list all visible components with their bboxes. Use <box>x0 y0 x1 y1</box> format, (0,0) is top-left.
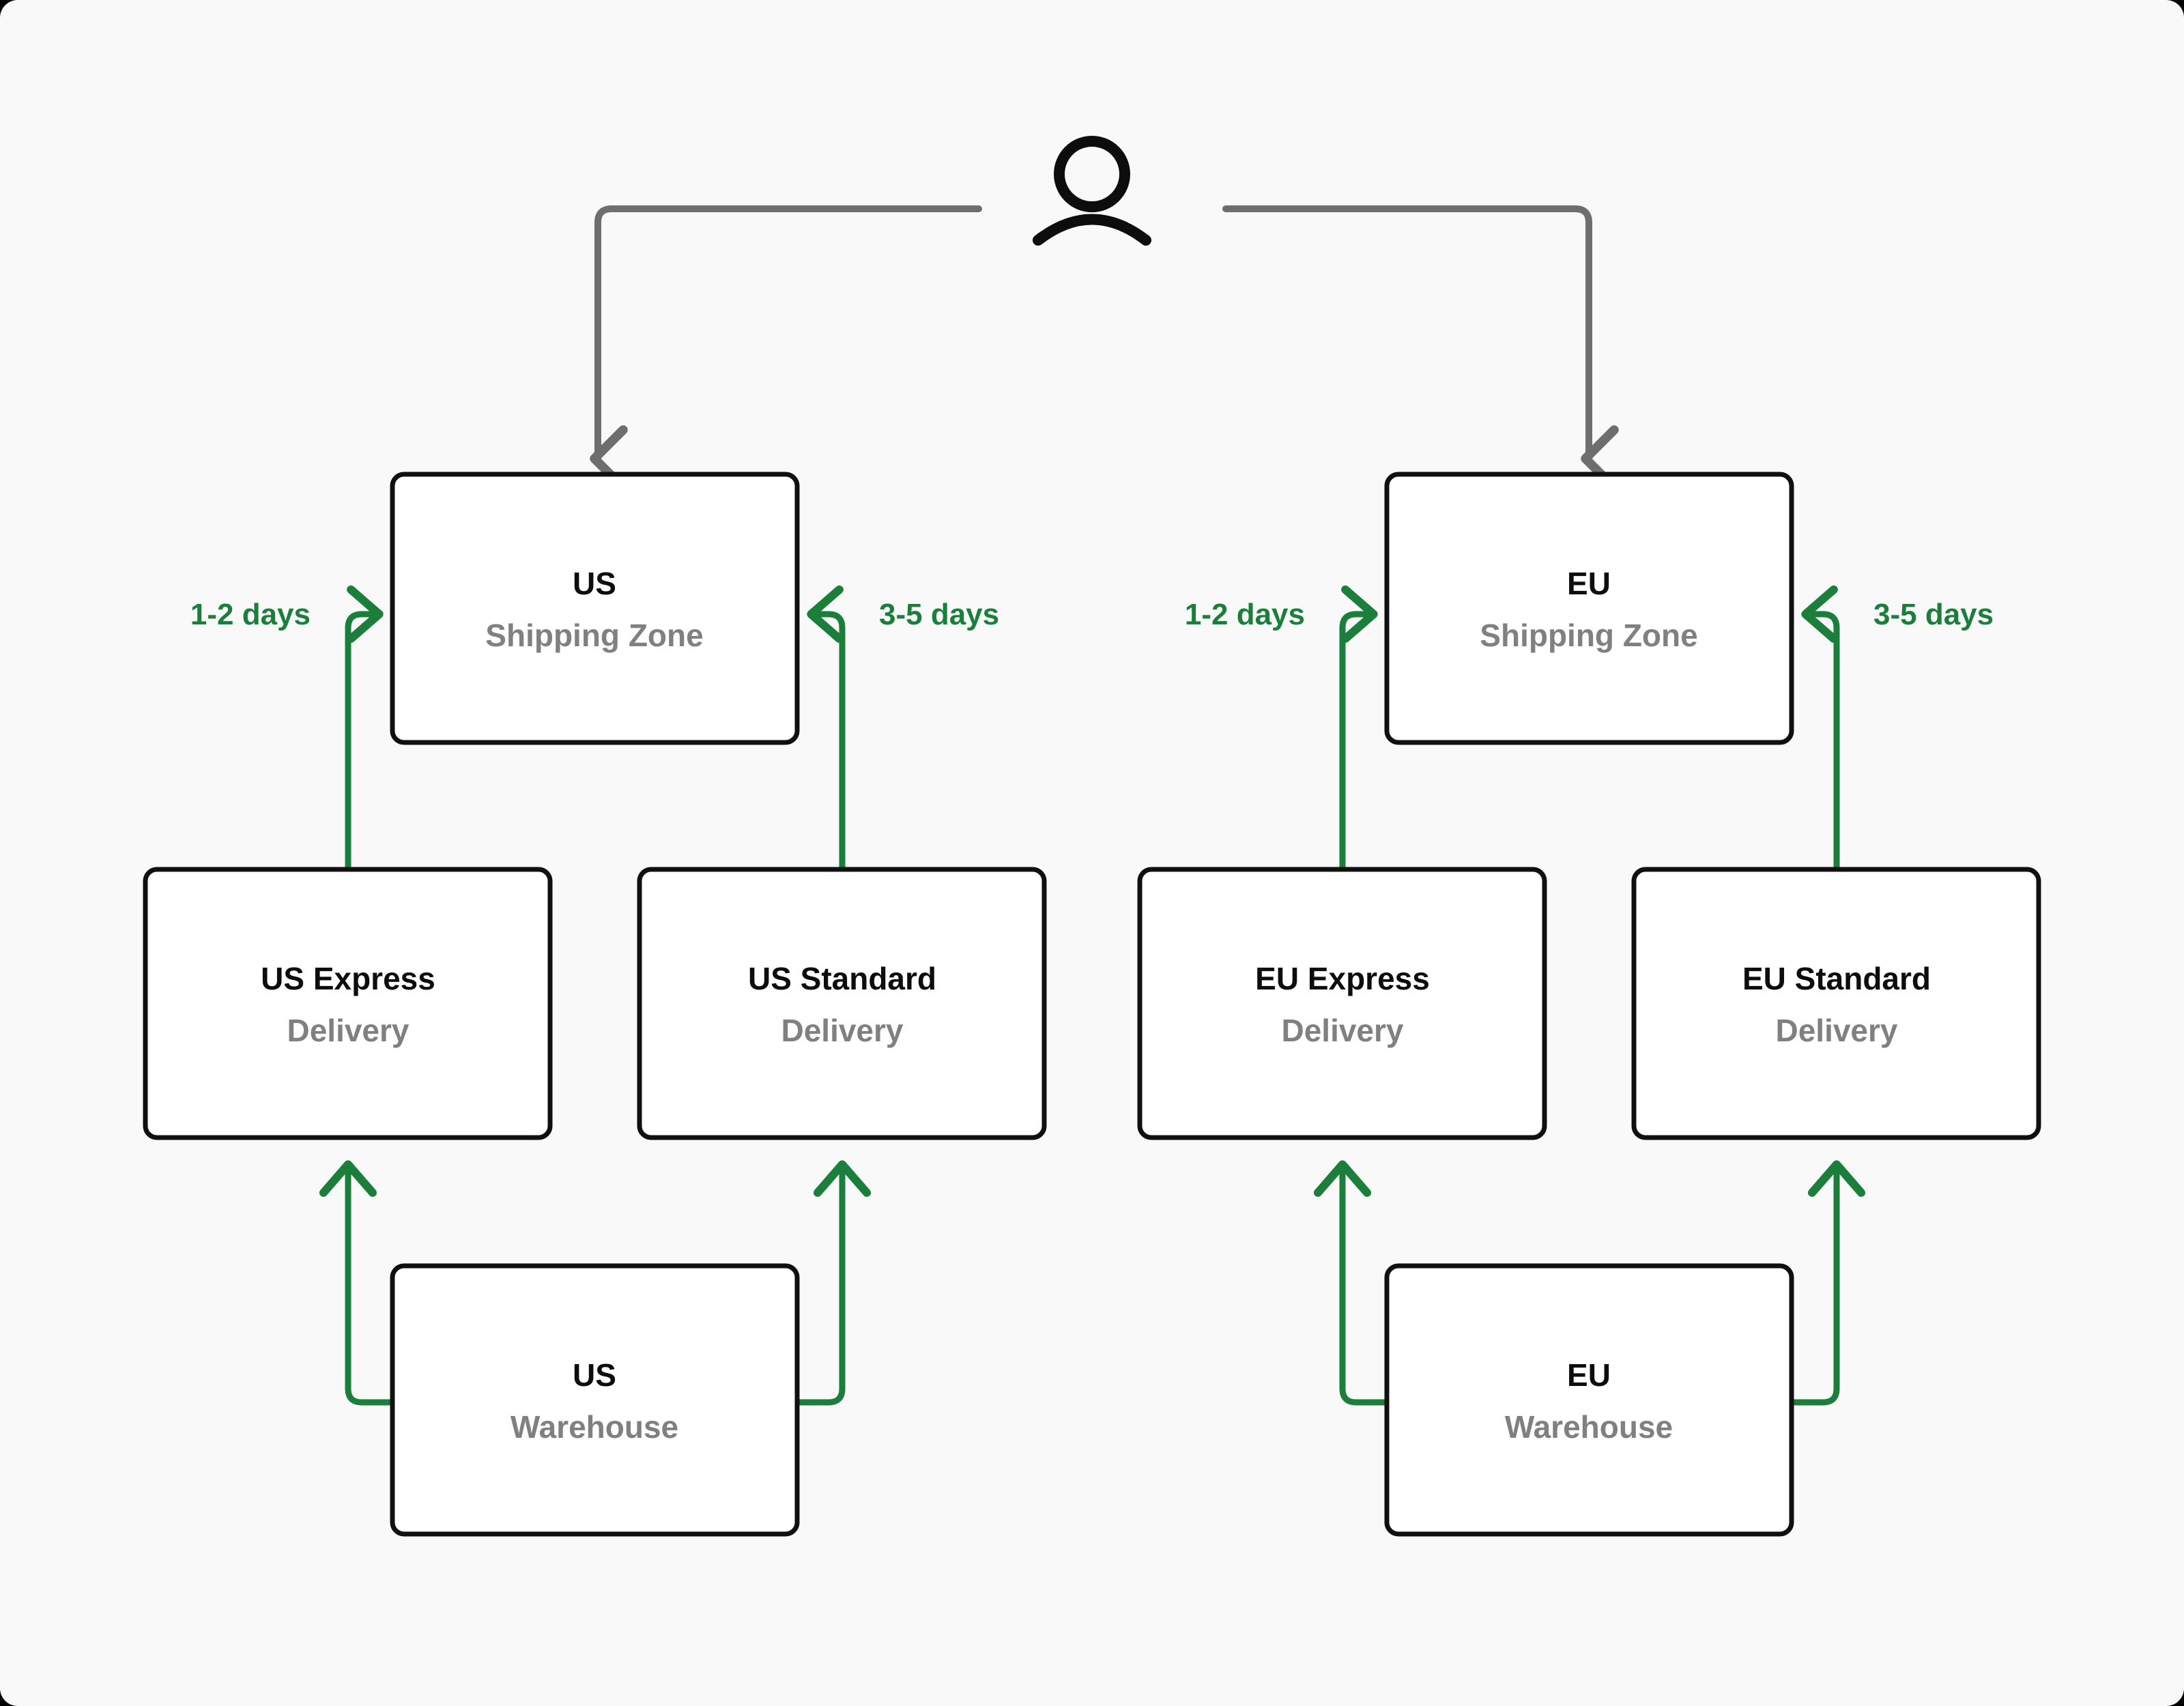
node-eu-warehouse-shape[interactable] <box>1384 1263 1794 1537</box>
user-person-icon <box>1033 136 1151 246</box>
edge-us-warehouse-to-us-express <box>319 1160 396 1406</box>
node-eu-express-delivery-subtitle: Delivery <box>1281 1013 1403 1048</box>
node-eu-express-delivery-shape[interactable] <box>1137 867 1547 1140</box>
node-us-shipping-zone-title: US <box>573 566 616 601</box>
edge-eu-warehouse-to-eu-express <box>1313 1160 1390 1406</box>
node-us-shipping-zone-subtitle: Shipping Zone <box>485 618 703 653</box>
node-eu-warehouse-title: EU <box>1567 1357 1611 1393</box>
node-eu-shipping-zone[interactable]: EU Shipping Zone <box>1384 472 1794 745</box>
shipping-flow-diagram: US Shipping Zone EU Shipping Zone US Exp… <box>143 136 2041 1537</box>
node-eu-standard-delivery-shape[interactable] <box>1631 867 2041 1140</box>
edge-us-standard-to-us-zone <box>807 585 846 873</box>
node-eu-shipping-zone-title: EU <box>1567 566 1611 601</box>
node-us-warehouse-subtitle: Warehouse <box>511 1409 678 1445</box>
node-eu-standard-delivery[interactable]: EU Standard Delivery <box>1631 867 2041 1140</box>
node-eu-standard-delivery-subtitle: Delivery <box>1775 1013 1897 1048</box>
node-us-express-delivery-title: US Express <box>261 961 435 996</box>
node-us-standard-delivery-title: US Standard <box>748 961 936 996</box>
diagram-canvas: US Shipping Zone EU Shipping Zone US Exp… <box>0 0 2184 1706</box>
edge-label-eu-standard-days: 3-5 days <box>1873 598 1994 631</box>
edge-actor-to-us-zone <box>590 205 982 492</box>
node-us-express-delivery[interactable]: US Express Delivery <box>143 867 553 1140</box>
node-eu-express-delivery-title: EU Express <box>1255 961 1430 996</box>
edge-eu-express-to-eu-zone <box>1339 585 1378 873</box>
edge-eu-standard-to-eu-zone <box>1801 585 1840 873</box>
node-eu-shipping-zone-shape[interactable] <box>1384 472 1794 745</box>
node-us-warehouse-title: US <box>573 1357 616 1393</box>
edge-eu-warehouse-to-eu-standard <box>1788 1160 1866 1406</box>
node-us-warehouse[interactable]: US Warehouse <box>390 1263 800 1537</box>
node-us-shipping-zone-shape[interactable] <box>390 472 800 745</box>
node-eu-shipping-zone-subtitle: Shipping Zone <box>1480 618 1697 653</box>
node-us-warehouse-shape[interactable] <box>390 1263 800 1537</box>
node-eu-warehouse-subtitle: Warehouse <box>1505 1409 1673 1445</box>
edge-actor-to-eu-zone <box>1222 205 1619 492</box>
node-us-shipping-zone[interactable]: US Shipping Zone <box>390 472 800 745</box>
node-us-standard-delivery-subtitle: Delivery <box>781 1013 903 1048</box>
node-us-express-delivery-shape[interactable] <box>143 867 553 1140</box>
node-eu-warehouse[interactable]: EU Warehouse <box>1384 1263 1794 1537</box>
edge-label-us-express-days: 1-2 days <box>190 598 311 631</box>
edge-us-warehouse-to-us-standard <box>794 1160 872 1406</box>
node-eu-express-delivery[interactable]: EU Express Delivery <box>1137 867 1547 1140</box>
node-us-standard-delivery-shape[interactable] <box>637 867 1047 1140</box>
node-us-express-delivery-subtitle: Delivery <box>287 1013 409 1048</box>
edge-label-eu-express-days: 1-2 days <box>1185 598 1305 631</box>
edge-us-express-to-us-zone <box>345 585 384 873</box>
edge-label-us-standard-days: 3-5 days <box>879 598 999 631</box>
node-eu-standard-delivery-title: EU Standard <box>1742 961 1931 996</box>
node-us-standard-delivery[interactable]: US Standard Delivery <box>637 867 1047 1140</box>
